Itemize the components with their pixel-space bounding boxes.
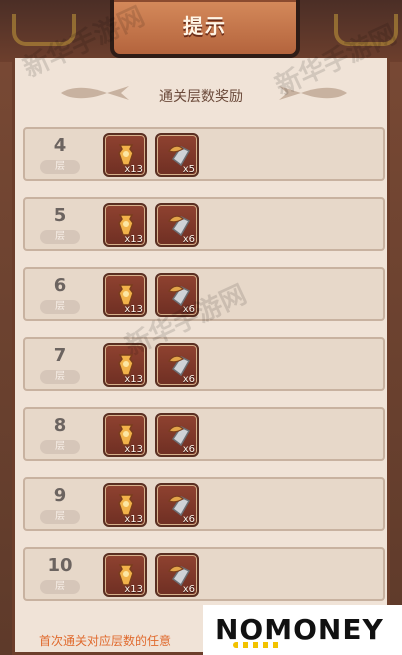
reward-item-2[interactable]: x6: [155, 483, 199, 527]
level-number: 6: [53, 275, 67, 296]
reward-items: x13 x6: [103, 203, 223, 247]
item-count: x6: [182, 234, 195, 245]
level-block: 5 层: [25, 199, 95, 249]
floor-label: 层: [55, 301, 65, 312]
brand-logo: NOMONEY: [203, 605, 402, 655]
reward-items: x13 x6: [103, 413, 223, 457]
reward-item-2[interactable]: x6: [155, 203, 199, 247]
floor-label: 层: [55, 511, 65, 522]
item-count: x5: [182, 164, 195, 175]
reward-items: x13 x5: [103, 133, 223, 177]
reward-item-1[interactable]: x13: [103, 133, 147, 177]
reward-item-2[interactable]: x5: [155, 133, 199, 177]
level-block: 8 层: [25, 409, 95, 459]
floor-label: 层: [55, 581, 65, 592]
floor-pill: 层: [40, 440, 80, 454]
level-block: 6 层: [25, 269, 95, 319]
reward-row: 5 层 x13 x6: [23, 197, 385, 251]
level-number: 5: [53, 205, 67, 226]
item-count: x13: [124, 374, 143, 385]
item-count: x13: [124, 304, 143, 315]
item-count: x13: [124, 584, 143, 595]
footer-text: 首次通关对应层数的任意: [39, 634, 172, 648]
level-number: 7: [53, 345, 67, 366]
level-block: 9 层: [25, 479, 95, 529]
item-count: x13: [124, 234, 143, 245]
floor-label: 层: [55, 441, 65, 452]
reward-item-2[interactable]: x6: [155, 553, 199, 597]
item-count: x6: [182, 444, 195, 455]
floor-pill: 层: [40, 230, 80, 244]
reward-item-1[interactable]: x13: [103, 413, 147, 457]
level-number: 8: [53, 415, 67, 436]
reward-item-2[interactable]: x6: [155, 413, 199, 457]
floor-pill: 层: [40, 510, 80, 524]
reward-header: 通关层数奖励: [15, 82, 387, 106]
reward-items: x13 x6: [103, 553, 223, 597]
item-count: x6: [182, 514, 195, 525]
logo-accent-icon: [233, 642, 283, 648]
floor-pill: 层: [40, 370, 80, 384]
reward-row: 7 层 x13 x6: [23, 337, 385, 391]
floor-pill: 层: [40, 580, 80, 594]
level-block: 7 层: [25, 339, 95, 389]
item-count: x6: [182, 584, 195, 595]
reward-row: 8 层 x13 x6: [23, 407, 385, 461]
reward-items: x13 x6: [103, 483, 223, 527]
floor-pill: 层: [40, 300, 80, 314]
level-number: 10: [47, 555, 73, 576]
item-count: x13: [124, 444, 143, 455]
level-block: 4 层: [25, 129, 95, 179]
level-number: 9: [53, 485, 67, 506]
floor-label: 层: [55, 371, 65, 382]
reward-row: 10 层 x13 x6: [23, 547, 385, 601]
reward-item-1[interactable]: x13: [103, 483, 147, 527]
reward-item-1[interactable]: x13: [103, 553, 147, 597]
level-number: 4: [53, 135, 67, 156]
dialog-frame: 提示 通关层数奖励 4 层 x13 x5 5 层 x13 x6 6 层 x13 …: [0, 0, 402, 655]
reward-item-1[interactable]: x13: [103, 273, 147, 317]
floor-pill: 层: [40, 160, 80, 174]
reward-row: 9 层 x13 x6: [23, 477, 385, 531]
reward-item-1[interactable]: x13: [103, 203, 147, 247]
reward-panel: 通关层数奖励 4 层 x13 x5 5 层 x13 x6 6 层 x13 x6 …: [12, 58, 390, 655]
item-count: x13: [124, 514, 143, 525]
reward-row: 4 层 x13 x5: [23, 127, 385, 181]
item-count: x6: [182, 374, 195, 385]
floor-label: 层: [55, 161, 65, 172]
item-count: x13: [124, 164, 143, 175]
reward-items: x13 x6: [103, 343, 223, 387]
floor-label: 层: [55, 231, 65, 242]
level-block: 10 层: [25, 549, 95, 599]
